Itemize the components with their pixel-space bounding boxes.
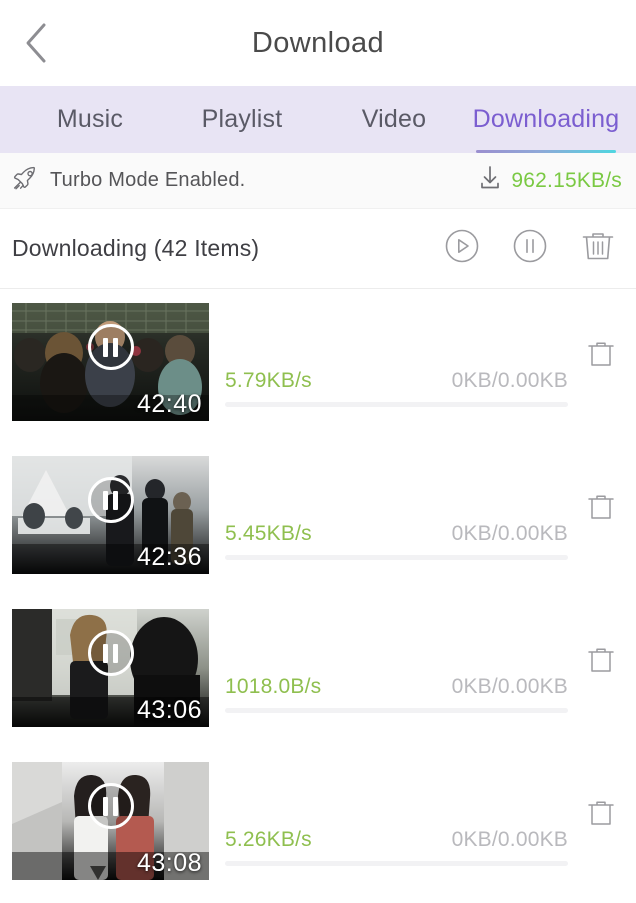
chevron-left-icon [23, 22, 49, 64]
video-thumbnail[interactable]: 42:36 [12, 456, 209, 574]
pause-overlay-button[interactable] [87, 783, 134, 829]
video-thumbnail[interactable]: 43:08 [12, 762, 209, 880]
tab-downloading-label: Downloading [472, 105, 620, 133]
downloading-count-label: Downloading (42 Items) [12, 235, 260, 261]
list-item[interactable]: 42:36 5.45KB/s 0KB/0.00KB [0, 442, 636, 595]
pause-icon-bar-left [103, 643, 108, 663]
item-stats-row: 5.26KB/s 0KB/0.00KB [225, 828, 568, 852]
download-screen: Download Music Playlist Video Downloadin… [0, 0, 636, 903]
tab-downloading[interactable]: Downloading [470, 86, 622, 153]
tab-music[interactable]: Music [14, 86, 166, 153]
item-meta: 5.26KB/s 0KB/0.00KB [225, 762, 568, 880]
turbo-mode-label: Turbo Mode Enabled. [50, 169, 246, 191]
item-stats-row: 5.45KB/s 0KB/0.00KB [225, 522, 568, 546]
item-size-value: 0KB/0.00KB [451, 828, 568, 851]
turbo-mode-banner: Turbo Mode Enabled. 962.15KB/s [0, 153, 636, 209]
item-progress-bar[interactable] [225, 708, 568, 713]
pause-icon-bar-left [103, 796, 108, 816]
item-speed-value: 5.79KB/s [225, 369, 312, 392]
item-size-value: 0KB/0.00KB [451, 522, 568, 545]
list-item[interactable]: 42:40 5.79KB/s 0KB/0.00KB [0, 289, 636, 442]
list-item[interactable]: 43:08 5.26KB/s 0KB/0.00KB [0, 748, 636, 901]
item-progress-bar[interactable] [225, 861, 568, 866]
turbo-mode-status: Turbo Mode Enabled. [12, 164, 477, 197]
item-size-value: 0KB/0.00KB [451, 675, 568, 698]
trash-icon [580, 227, 616, 270]
tab-playlist[interactable]: Playlist [166, 86, 318, 153]
resume-all-button[interactable] [442, 229, 482, 269]
downloading-section-header: Downloading (42 Items) [0, 209, 636, 289]
item-speed-value: 1018.0B/s [225, 675, 322, 698]
pause-all-button[interactable] [510, 229, 550, 269]
video-thumbnail[interactable]: 43:06 [12, 609, 209, 727]
app-header: Download [0, 0, 636, 86]
video-duration: 43:06 [136, 696, 202, 724]
tab-video[interactable]: Video [318, 86, 470, 153]
download-list: 42:40 5.79KB/s 0KB/0.00KB 42:36 5.45KB/s… [0, 289, 636, 901]
section-action-group [442, 229, 618, 269]
item-delete-button[interactable] [578, 450, 624, 568]
pause-icon-bar-right [113, 643, 118, 663]
back-button[interactable] [8, 15, 64, 71]
play-circle-icon [443, 227, 481, 270]
pause-circle-icon [511, 227, 549, 270]
total-speed-indicator: 962.15KB/s [477, 164, 622, 197]
rocket-icon [12, 164, 40, 197]
item-delete-button[interactable] [578, 756, 624, 874]
page-title: Download [251, 26, 385, 59]
item-progress-bar[interactable] [225, 402, 568, 407]
video-duration: 42:36 [136, 543, 202, 571]
trash-icon [586, 338, 616, 375]
item-meta: 1018.0B/s 0KB/0.00KB [225, 609, 568, 727]
item-progress-bar[interactable] [225, 555, 568, 560]
pause-overlay-button[interactable] [87, 477, 134, 523]
list-item[interactable]: 43:06 1018.0B/s 0KB/0.00KB [0, 595, 636, 748]
pause-icon-bar-right [113, 337, 118, 357]
item-delete-button[interactable] [578, 297, 624, 415]
delete-all-button[interactable] [578, 229, 618, 269]
item-meta: 5.79KB/s 0KB/0.00KB [225, 303, 568, 421]
total-speed-value: 962.15KB/s [511, 168, 622, 192]
item-meta: 5.45KB/s 0KB/0.00KB [225, 456, 568, 574]
video-duration: 43:08 [136, 849, 202, 877]
trash-icon [586, 797, 616, 834]
pause-icon-bar-left [103, 490, 108, 510]
item-speed-value: 5.26KB/s [225, 828, 312, 851]
pause-icon-bar-right [113, 490, 118, 510]
pause-icon-bar-right [113, 796, 118, 816]
tab-playlist-label: Playlist [201, 105, 283, 133]
download-arrow-icon [477, 164, 503, 197]
item-stats-row: 1018.0B/s 0KB/0.00KB [225, 675, 568, 699]
pause-icon-bar-left [103, 337, 108, 357]
trash-icon [586, 644, 616, 681]
item-delete-button[interactable] [578, 603, 624, 721]
item-size-value: 0KB/0.00KB [451, 369, 568, 392]
tab-video-label: Video [361, 105, 427, 133]
video-thumbnail[interactable]: 42:40 [12, 303, 209, 421]
tab-music-label: Music [56, 105, 124, 133]
video-duration: 42:40 [136, 390, 202, 418]
pause-overlay-button[interactable] [87, 630, 134, 676]
item-speed-value: 5.45KB/s [225, 522, 312, 545]
tab-bar: Music Playlist Video Downloading [0, 86, 636, 153]
item-stats-row: 5.79KB/s 0KB/0.00KB [225, 369, 568, 393]
pause-overlay-button[interactable] [87, 324, 134, 370]
trash-icon [586, 491, 616, 528]
